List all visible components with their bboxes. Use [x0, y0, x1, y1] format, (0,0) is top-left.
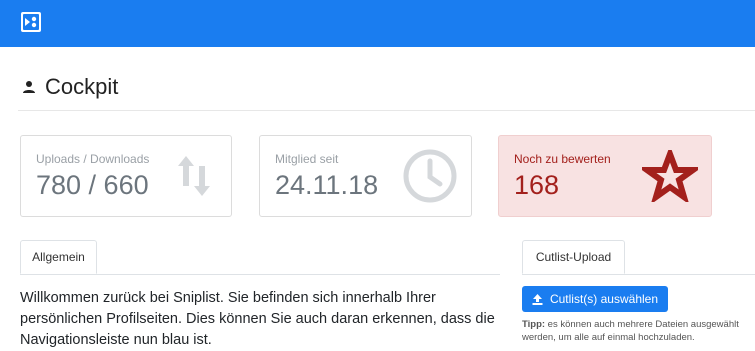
upload-icon	[532, 293, 543, 305]
stat-value: 24.11.18	[275, 170, 379, 200]
divider	[18, 110, 755, 111]
upload-tip: Tipp: es können auch mehrere Dateien aus…	[522, 318, 752, 344]
user-icon	[23, 81, 35, 93]
welcome-text: Willkommen zurück bei Sniplist. Sie befi…	[20, 290, 495, 348]
stat-label: Noch zu bewerten	[514, 152, 611, 166]
stat-value: 168	[514, 170, 560, 200]
stat-card-uploads: Uploads / Downloads 780 / 660	[20, 135, 232, 217]
sniplist-logo-icon[interactable]	[21, 12, 41, 32]
page-title: Cockpit	[22, 72, 118, 102]
clock-icon	[403, 149, 457, 203]
tip-text: es können auch mehrere Dateien ausgewähl…	[522, 319, 739, 343]
select-cutlists-button[interactable]: Cutlist(s) auswählen	[522, 286, 668, 312]
tip-label: Tipp:	[522, 319, 546, 330]
general-tabs: Allgemein	[20, 240, 500, 275]
upload-tabs: Cutlist-Upload	[522, 240, 755, 275]
stat-label: Mitglied seit	[275, 152, 339, 166]
page-title-text: Cockpit	[45, 74, 119, 99]
tab-cutlist-upload[interactable]: Cutlist-Upload	[522, 240, 625, 274]
select-cutlists-label: Cutlist(s) auswählen	[549, 292, 659, 306]
stat-value: 780 / 660	[36, 170, 149, 200]
stat-card-to-rate[interactable]: Noch zu bewerten 168	[498, 135, 712, 217]
tab-allgemein[interactable]: Allgemein	[20, 240, 97, 274]
stat-label: Uploads / Downloads	[36, 152, 150, 166]
up-down-arrows-icon	[178, 156, 210, 196]
stat-card-member-since: Mitglied seit 24.11.18	[259, 135, 472, 217]
top-navbar	[0, 0, 755, 47]
star-icon	[642, 150, 698, 202]
